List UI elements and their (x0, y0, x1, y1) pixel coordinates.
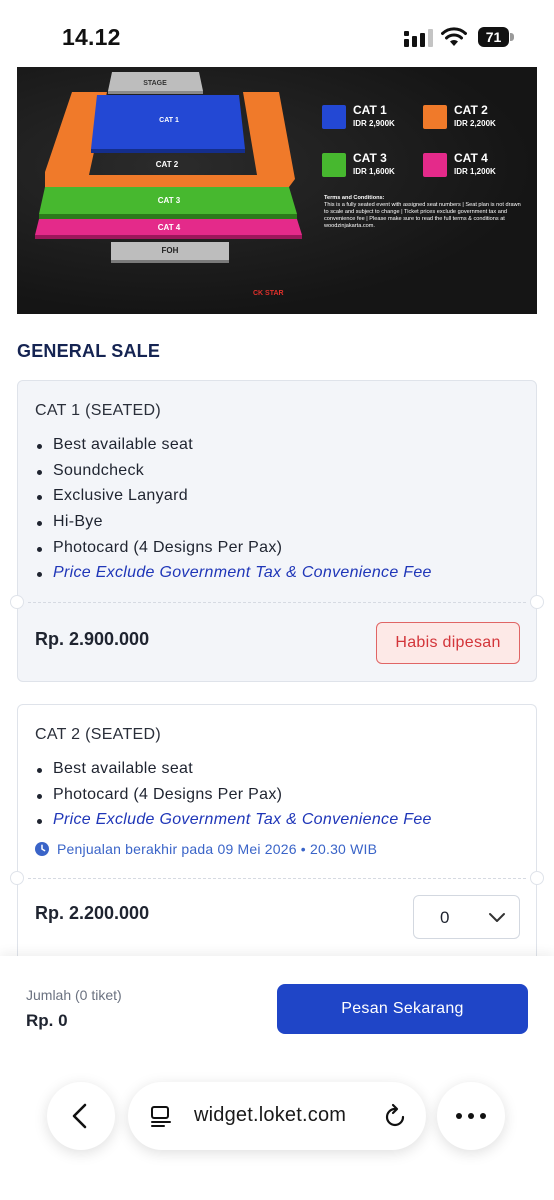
cat4-section-label: CAT 4 (158, 223, 181, 232)
status-bar: 14.12 71 (0, 0, 554, 64)
organizer-logo: CK STAR (253, 290, 284, 297)
legend-cat2: CAT 2 IDR 2,200K (423, 103, 523, 133)
stage-label: STAGE (143, 80, 167, 87)
seat-map-terms: Terms and Conditions: This is a fully se… (324, 195, 521, 229)
legend-cat4: CAT 4 IDR 1,200K (423, 151, 523, 181)
ticket-title: CAT 1 (SEATED) (35, 402, 161, 419)
cellular-signal-icon (404, 29, 433, 47)
back-arrow-icon (72, 1103, 87, 1129)
chevron-down-icon (489, 913, 505, 922)
ticket-count-label: Jumlah (0 tiket) (26, 987, 122, 1003)
browser-toolbar: widget.loket.com (0, 1082, 554, 1152)
status-time: 14.12 (62, 24, 121, 50)
battery-icon: 71 (478, 27, 514, 47)
legend-cat3: CAT 3 IDR 1,600K (322, 151, 422, 181)
more-icon (456, 1113, 486, 1119)
ticket-card-cat2: CAT 2 (SEATED) Best available seat Photo… (10, 704, 544, 956)
benefit-item: Photocard (4 Designs Per Pax) (35, 539, 432, 565)
legend-cat1: CAT 1 IDR 2,900K (322, 103, 422, 133)
cat3-section-label: CAT 3 (158, 196, 181, 205)
url-text: widget.loket.com (194, 1104, 347, 1126)
address-bar[interactable]: widget.loket.com (128, 1082, 426, 1150)
seat-map-image: STAGE CAT 2 CAT 1 CAT 3 CAT 4 FOH CAT 1 … (17, 67, 537, 314)
ticket-price: Rp. 2.200.000 (35, 903, 150, 923)
back-button[interactable] (47, 1082, 115, 1150)
quantity-select[interactable]: 0 (413, 895, 520, 939)
order-now-button[interactable]: Pesan Sekarang (277, 984, 528, 1034)
benefit-item: Photocard (4 Designs Per Pax) (35, 786, 432, 812)
benefit-item: Soundcheck (35, 462, 432, 488)
more-options-button[interactable] (437, 1082, 505, 1150)
cat2-section-label: CAT 2 (156, 160, 179, 169)
battery-level: 71 (478, 27, 509, 47)
sale-end-info: Penjualan berakhir pada 09 Mei 2026 • 20… (35, 841, 377, 857)
ticket-card-cat1: CAT 1 (SEATED) Best available seat Sound… (10, 380, 544, 682)
benefit-item: Best available seat (35, 760, 432, 786)
benefit-list: Best available seat Soundcheck Exclusive… (35, 436, 432, 590)
cat1-section-label: CAT 1 (159, 117, 179, 124)
reload-icon[interactable] (383, 1103, 407, 1129)
ticket-price: Rp. 2.900.000 (35, 629, 150, 649)
reader-icon (151, 1106, 171, 1127)
price-note: Price Exclude Government Tax & Convenien… (35, 811, 432, 837)
quantity-value: 0 (440, 908, 450, 927)
benefit-list: Best available seat Photocard (4 Designs… (35, 760, 432, 837)
total-price: Rp. 0 (26, 1011, 68, 1030)
benefit-item: Exclusive Lanyard (35, 487, 432, 513)
sale-end-text: Penjualan berakhir pada 09 Mei 2026 • 20… (57, 841, 378, 857)
benefit-item: Hi-Bye (35, 513, 432, 539)
wifi-icon (441, 27, 467, 46)
clock-icon (35, 842, 49, 856)
benefit-item: Best available seat (35, 436, 432, 462)
sold-out-badge: Habis dipesan (376, 622, 520, 664)
ticket-title: CAT 2 (SEATED) (35, 726, 161, 743)
order-summary-bar: Jumlah (0 tiket) Rp. 0 Pesan Sekarang (0, 956, 554, 1200)
foh-label: FOH (162, 246, 179, 255)
price-note: Price Exclude Government Tax & Convenien… (35, 564, 432, 590)
section-title: GENERAL SALE (17, 341, 161, 361)
